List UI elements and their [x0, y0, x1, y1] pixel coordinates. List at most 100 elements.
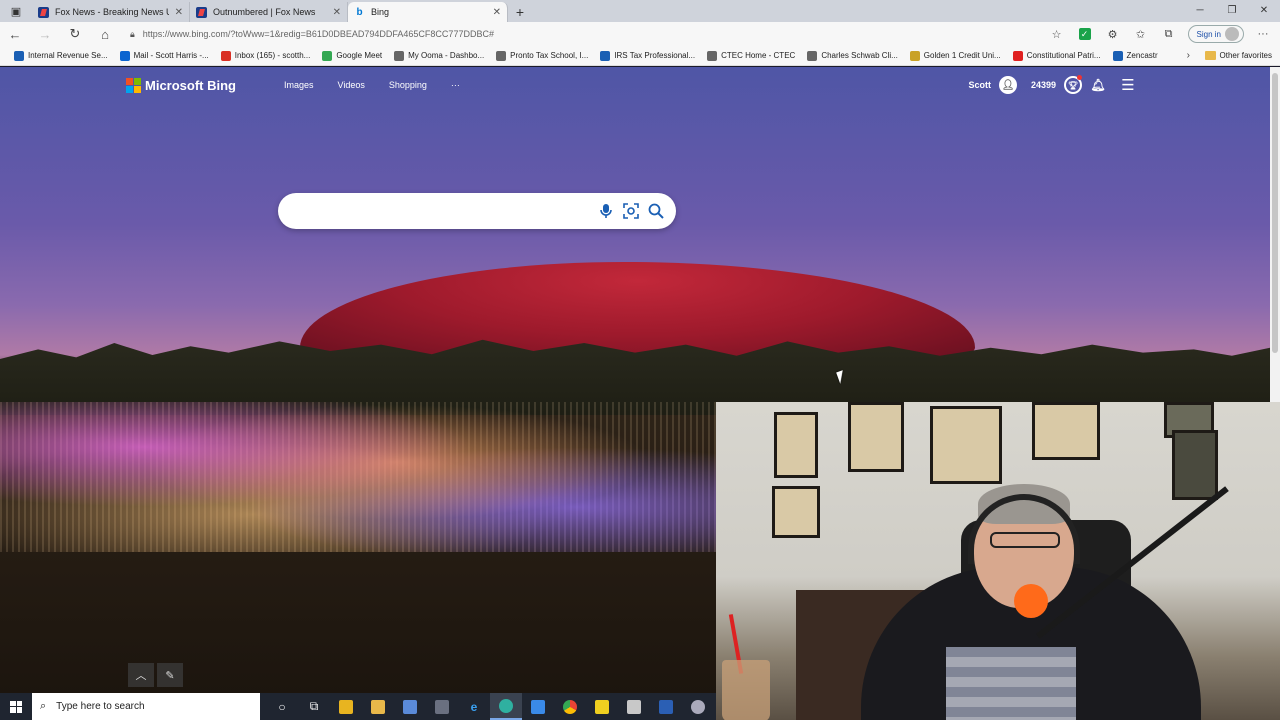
address-bar: ← → ↻ ⌂ 🔒︎ https://www.bing.com/?toWww=1… — [0, 22, 1280, 46]
scrollbar-thumb[interactable] — [1272, 73, 1278, 353]
user-name[interactable]: Scott — [968, 80, 991, 90]
collections-icon[interactable]: ⧉ — [1160, 25, 1178, 43]
chrome-icon[interactable] — [554, 693, 586, 720]
chevron-right-icon[interactable]: › — [1187, 50, 1190, 61]
bookmark-label: CTEC Home - CTEC — [721, 51, 796, 60]
calendar-icon[interactable] — [522, 693, 554, 720]
edge-icon[interactable] — [490, 693, 522, 720]
tab-actions-icon[interactable]: ▣ — [0, 0, 32, 22]
bing-account-area: Scott 👤︎ 24399 🏆︎ 🔔︎ ☰ — [968, 75, 1136, 94]
calculator-icon[interactable] — [426, 693, 458, 720]
sign-in-label: Sign in — [1196, 29, 1221, 39]
tab-foxnews-breaking[interactable]: Fox News - Breaking News Upda ✕ — [32, 2, 190, 22]
browser-toolbar: ☆ ✓ ⚙ ✩ ⧉ Sign in ··· — [1048, 22, 1272, 46]
bookmark-item[interactable]: Inbox (165) - scotth... — [215, 50, 317, 61]
chevron-up-icon[interactable]: ︿ — [128, 663, 154, 687]
internet-explorer-icon[interactable]: e — [458, 693, 490, 720]
bookmark-item[interactable]: Charles Schwab Cli... — [801, 50, 903, 61]
hamburger-menu-icon[interactable]: ☰ — [1120, 77, 1136, 94]
drink-cup — [722, 660, 770, 720]
bookmark-item[interactable]: Mail - Scott Harris -... — [114, 50, 215, 61]
bookmark-icon — [14, 50, 24, 61]
word-icon[interactable] — [650, 693, 682, 720]
back-icon[interactable]: ← — [0, 22, 30, 46]
bing-logo[interactable]: Microsoft Bing — [126, 77, 236, 93]
favorite-star-icon[interactable]: ☆ — [1048, 25, 1066, 43]
extension-check-icon[interactable]: ✓ — [1076, 25, 1094, 43]
microphone-icon[interactable] — [596, 201, 616, 221]
minimize-icon[interactable]: ─ — [1184, 0, 1216, 20]
tab-outnumbered[interactable]: Outnumbered | Fox News ✕ — [190, 2, 348, 22]
bookmark-item[interactable]: Golden 1 Credit Uni... — [904, 50, 1007, 61]
task-view-icon[interactable]: ⧉ — [298, 693, 330, 720]
tab-strip: ▣ Fox News - Breaking News Upda ✕ Outnum… — [0, 0, 1280, 22]
bookmark-item[interactable]: Zencastr — [1107, 50, 1164, 61]
page-icon — [707, 50, 718, 61]
windows-logo-icon — [10, 700, 22, 713]
golden1-icon — [909, 50, 920, 61]
foxnews-icon — [196, 6, 207, 18]
more-menu-icon[interactable]: ··· — [1254, 25, 1272, 43]
bookmark-item[interactable]: CTEC Home - CTEC — [701, 50, 801, 61]
wall-frame — [848, 402, 904, 472]
search-input[interactable] — [292, 201, 592, 221]
close-window-icon[interactable]: ✕ — [1248, 0, 1280, 20]
background-tools: ︿ ✎ — [128, 663, 183, 687]
bookmark-item[interactable]: My Ooma - Dashbo... — [388, 50, 490, 61]
store-icon[interactable] — [394, 693, 426, 720]
visual-search-icon[interactable] — [621, 201, 641, 221]
taskbar: ⌕ Type here to search ○ ⧉ e — [0, 693, 716, 720]
pencil-icon[interactable]: ✎ — [157, 663, 183, 687]
start-button[interactable] — [0, 693, 32, 720]
bookmark-item[interactable]: Pronto Tax School, I... — [490, 50, 594, 61]
lock-icon[interactable]: 🔒︎ — [130, 29, 135, 40]
sticky-notes-icon[interactable] — [586, 693, 618, 720]
download-app-icon[interactable] — [330, 693, 362, 720]
app-icon[interactable] — [682, 693, 714, 720]
nav-shopping[interactable]: Shopping — [389, 80, 427, 90]
close-icon[interactable]: ✕ — [333, 7, 341, 18]
close-icon[interactable]: ✕ — [493, 7, 501, 18]
taskbar-search[interactable]: ⌕ Type here to search — [32, 693, 260, 720]
url-text: https://www.bing.com/?toWww=1&redig=B61D… — [142, 29, 494, 39]
file-explorer-icon[interactable] — [362, 693, 394, 720]
bell-icon[interactable]: 🔔︎ — [1090, 77, 1106, 93]
search-icon[interactable] — [646, 201, 666, 221]
new-tab-button[interactable]: + — [508, 2, 532, 22]
bookmark-item[interactable]: Internal Revenue Se... — [8, 50, 114, 61]
bing-icon: b — [356, 6, 363, 18]
page-icon — [807, 50, 818, 61]
rewards-points[interactable]: 24399 — [1031, 80, 1056, 90]
search-icon: ⌕ — [40, 700, 47, 712]
forward-icon[interactable]: → — [30, 22, 60, 46]
webcam-overlay — [716, 402, 1280, 720]
tab-bing[interactable]: b Bing ✕ — [348, 2, 508, 22]
favorites-icon[interactable]: ✩ — [1132, 25, 1150, 43]
search-box — [278, 193, 676, 229]
sign-in-button[interactable]: Sign in — [1187, 25, 1244, 43]
nav-images[interactable]: Images — [284, 80, 314, 90]
extensions-icon[interactable]: ⚙ — [1104, 25, 1122, 43]
restore-icon[interactable]: ❐ — [1216, 0, 1248, 20]
nav-videos[interactable]: Videos — [338, 80, 365, 90]
home-icon[interactable]: ⌂ — [90, 22, 120, 46]
close-icon[interactable]: ✕ — [175, 7, 183, 18]
bing-nav: Images Videos Shopping ··· — [284, 80, 460, 90]
irs-icon — [600, 50, 611, 61]
bookmark-item[interactable]: Google Meet — [316, 50, 388, 61]
other-favorites[interactable]: Other favorites — [1204, 51, 1272, 60]
rewards-trophy-icon[interactable]: 🏆︎ — [1064, 75, 1082, 94]
url-field[interactable]: 🔒︎ https://www.bing.com/?toWww=1&redig=B… — [130, 24, 1060, 44]
bookmark-item[interactable]: IRS Tax Professional... — [594, 50, 701, 61]
bookmark-label: Google Meet — [336, 51, 383, 60]
page-icon — [496, 50, 507, 61]
refresh-icon[interactable]: ↻ — [60, 22, 90, 46]
printer-icon[interactable] — [618, 693, 650, 720]
user-avatar-icon[interactable]: 👤︎ — [998, 76, 1017, 94]
nav-more[interactable]: ··· — [451, 80, 460, 90]
bookmark-item[interactable]: Constitutional Patri... — [1007, 50, 1107, 61]
google-meet-icon — [322, 50, 333, 61]
cortana-icon[interactable]: ○ — [266, 693, 298, 720]
zencastr-icon — [1112, 50, 1123, 61]
bookmark-icon — [119, 50, 130, 61]
